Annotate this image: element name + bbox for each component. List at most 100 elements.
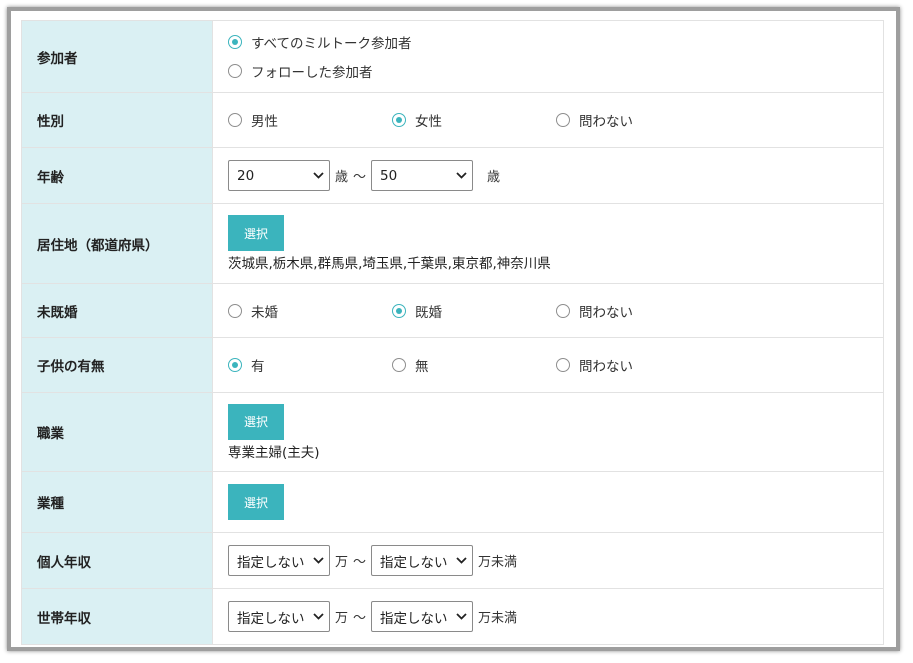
chevron-down-icon bbox=[456, 557, 467, 564]
radio-unselected-icon[interactable] bbox=[228, 303, 242, 318]
age-label: 年齢 bbox=[21, 147, 213, 204]
age-min-select[interactable]: 20 bbox=[228, 160, 330, 191]
age-max-value: 50 bbox=[380, 167, 398, 184]
marital-option-single[interactable]: 未婚 bbox=[228, 301, 392, 321]
residence-field: 選択 茨城県,栃木県,群馬県,埼玉県,千葉県,東京都,神奈川県 bbox=[212, 203, 884, 284]
personal-income-min-value: 指定しない bbox=[237, 554, 305, 571]
row-children: 子供の有無 有 無 問わない bbox=[21, 337, 884, 393]
children-field: 有 無 問わない bbox=[212, 337, 884, 393]
radio-selected-icon[interactable] bbox=[228, 35, 242, 49]
row-industry: 業種 選択 bbox=[21, 471, 884, 533]
age-min-value: 20 bbox=[237, 167, 255, 184]
marital-label: 未既婚 bbox=[21, 283, 213, 338]
children-option-label: 無 bbox=[415, 359, 429, 375]
personal-income-max-select[interactable]: 指定しない bbox=[371, 545, 474, 576]
gender-option-label: 男性 bbox=[251, 114, 278, 130]
row-occupation: 職業 選択 専業主婦(主夫) bbox=[21, 392, 884, 472]
household-income-max-select[interactable]: 指定しない bbox=[371, 601, 474, 632]
radio-selected-icon[interactable] bbox=[392, 113, 406, 127]
radio-selected-icon[interactable] bbox=[392, 303, 406, 318]
household-income-min-select[interactable]: 指定しない bbox=[228, 601, 330, 632]
gender-option-female[interactable]: 女性 bbox=[392, 110, 556, 130]
personal-income-field: 指定しない 万〜 指定しない 万未満 bbox=[212, 532, 884, 589]
industry-label: 業種 bbox=[21, 471, 213, 533]
gender-field: 男性 女性 問わない bbox=[212, 92, 884, 148]
radio-selected-icon[interactable] bbox=[228, 358, 242, 372]
children-radio-group: 有 無 問わない bbox=[228, 355, 882, 375]
residence-label: 居住地（都道府県） bbox=[21, 203, 213, 284]
household-income-label: 世帯年収 bbox=[21, 588, 213, 645]
participants-radio-group: すべてのミルトーク参加者 フォローした参加者 bbox=[228, 28, 882, 86]
participants-option-label: すべてのミルトーク参加者 bbox=[251, 36, 412, 52]
household-income-min-value: 指定しない bbox=[237, 610, 305, 627]
chevron-down-icon bbox=[313, 613, 324, 620]
personal-income-unit: 万 bbox=[335, 555, 349, 570]
household-income-field: 指定しない 万〜 指定しない 万未満 bbox=[212, 588, 884, 645]
children-option-any[interactable]: 問わない bbox=[556, 355, 720, 375]
household-income-unit: 万 bbox=[335, 611, 349, 626]
age-field: 20 歳〜 50 歳 bbox=[212, 147, 884, 204]
row-residence: 居住地（都道府県） 選択 茨城県,栃木県,群馬県,埼玉県,千葉県,東京都,神奈川… bbox=[21, 203, 884, 284]
participants-option-followed[interactable]: フォローした参加者 bbox=[228, 57, 882, 86]
children-label: 子供の有無 bbox=[21, 337, 213, 393]
radio-unselected-icon[interactable] bbox=[392, 358, 406, 372]
row-age: 年齢 20 歳〜 50 歳 bbox=[21, 147, 884, 204]
marital-radio-group: 未婚 既婚 問わない bbox=[228, 301, 882, 321]
row-personal-income: 個人年収 指定しない 万〜 指定しない 万未満 bbox=[21, 532, 884, 589]
participants-field: すべてのミルトーク参加者 フォローした参加者 bbox=[212, 20, 884, 93]
gender-radio-group: 男性 女性 問わない bbox=[228, 110, 882, 130]
marital-field: 未婚 既婚 問わない bbox=[212, 283, 884, 338]
age-max-unit: 歳 bbox=[487, 170, 501, 185]
row-gender: 性別 男性 女性 問わない bbox=[21, 92, 884, 148]
radio-unselected-icon[interactable] bbox=[556, 113, 570, 127]
household-income-max-value: 指定しない bbox=[380, 610, 448, 627]
participants-option-label: フォローした参加者 bbox=[251, 65, 373, 81]
marital-option-label: 未婚 bbox=[251, 304, 278, 321]
gender-label: 性別 bbox=[21, 92, 213, 148]
personal-income-max-unit: 万未満 bbox=[478, 555, 518, 570]
age-min-unit: 歳 bbox=[335, 170, 349, 185]
row-household-income: 世帯年収 指定しない 万〜 指定しない 万未満 bbox=[21, 588, 884, 645]
household-income-max-unit: 万未満 bbox=[478, 611, 518, 626]
chevron-down-icon bbox=[456, 172, 467, 179]
industry-field: 選択 bbox=[212, 471, 884, 533]
participants-option-all[interactable]: すべてのミルトーク参加者 bbox=[228, 28, 882, 57]
gender-option-male[interactable]: 男性 bbox=[228, 110, 392, 130]
occupation-selected-text: 専業主婦(主夫) bbox=[228, 444, 320, 461]
children-option-label: 有 bbox=[251, 359, 265, 375]
marital-option-label: 既婚 bbox=[415, 304, 442, 321]
residence-selected-text: 茨城県,栃木県,群馬県,埼玉県,千葉県,東京都,神奈川県 bbox=[228, 256, 551, 272]
personal-income-max-value: 指定しない bbox=[380, 554, 448, 571]
participants-label: 参加者 bbox=[21, 20, 213, 93]
gender-option-any[interactable]: 問わない bbox=[556, 110, 720, 130]
chevron-down-icon bbox=[313, 172, 324, 179]
radio-unselected-icon[interactable] bbox=[556, 358, 570, 372]
industry-select-button[interactable]: 選択 bbox=[228, 484, 284, 520]
personal-income-tilde: 〜 bbox=[353, 555, 367, 570]
marital-option-any[interactable]: 問わない bbox=[556, 301, 720, 321]
radio-unselected-icon[interactable] bbox=[556, 303, 570, 318]
occupation-field: 選択 専業主婦(主夫) bbox=[212, 392, 884, 472]
personal-income-label: 個人年収 bbox=[21, 532, 213, 589]
row-participants: 参加者 すべてのミルトーク参加者 フォローした参加者 bbox=[21, 20, 884, 93]
occupation-label: 職業 bbox=[21, 392, 213, 472]
form-frame: 参加者 すべてのミルトーク参加者 フォローした参加者 性別 男性 女性 問わない… bbox=[7, 7, 900, 651]
row-marital: 未既婚 未婚 既婚 問わない bbox=[21, 283, 884, 338]
radio-unselected-icon[interactable] bbox=[228, 64, 242, 78]
age-range-tilde: 〜 bbox=[353, 170, 367, 185]
age-max-select[interactable]: 50 bbox=[371, 160, 474, 191]
radio-unselected-icon[interactable] bbox=[228, 113, 242, 127]
marital-option-label: 問わない bbox=[579, 304, 633, 321]
personal-income-min-select[interactable]: 指定しない bbox=[228, 545, 330, 576]
children-option-no[interactable]: 無 bbox=[392, 355, 556, 375]
gender-option-label: 女性 bbox=[415, 114, 442, 130]
marital-option-married[interactable]: 既婚 bbox=[392, 301, 556, 321]
children-option-label: 問わない bbox=[579, 359, 633, 375]
occupation-select-button[interactable]: 選択 bbox=[228, 403, 284, 440]
children-option-yes[interactable]: 有 bbox=[228, 355, 392, 375]
filter-form-table: 参加者 すべてのミルトーク参加者 フォローした参加者 性別 男性 女性 問わない… bbox=[21, 20, 884, 645]
household-income-tilde: 〜 bbox=[353, 611, 367, 626]
gender-option-label: 問わない bbox=[579, 114, 633, 130]
residence-select-button[interactable]: 選択 bbox=[228, 215, 284, 251]
chevron-down-icon bbox=[313, 557, 324, 564]
